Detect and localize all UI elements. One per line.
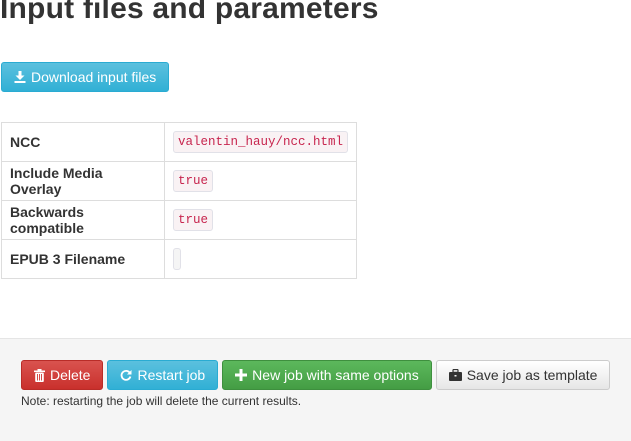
parameter-value-include-media-overlay: true	[172, 170, 213, 192]
table-row: Include Media Overlay true	[1, 161, 358, 201]
job-actions: Delete Restart job New job with same opt…	[21, 360, 611, 390]
parameter-key-backwards-compatible: Backwards compatible	[1, 200, 165, 240]
parameters-table: NCC valentin_hauy/ncc.html Include Media…	[1, 122, 358, 279]
restart-job-label: Restart job	[137, 367, 206, 383]
download-icon	[14, 71, 26, 83]
page-title: Input files and parameters	[0, 0, 379, 25]
parameter-value-cell	[163, 239, 358, 279]
trash-icon	[34, 368, 45, 382]
parameter-key-ncc: NCC	[1, 122, 165, 162]
parameter-value-cell: true	[163, 161, 358, 201]
new-job-same-options-button[interactable]: New job with same options	[222, 360, 432, 390]
briefcase-icon	[448, 369, 462, 381]
delete-button[interactable]: Delete	[21, 360, 104, 390]
parameter-key-epub3-filename: EPUB 3 Filename	[1, 239, 165, 279]
delete-label: Delete	[50, 367, 91, 383]
plus-icon	[235, 369, 248, 381]
download-input-files-label: Download input files	[31, 69, 157, 85]
parameter-value-backwards-compatible: true	[172, 209, 213, 231]
download-input-files-button[interactable]: Download input files	[1, 62, 170, 92]
save-job-as-template-button[interactable]: Save job as template	[435, 360, 611, 390]
save-job-as-template-label: Save job as template	[466, 367, 598, 383]
table-row: Backwards compatible true	[1, 200, 358, 240]
parameter-value-cell: true	[163, 200, 358, 240]
refresh-icon	[120, 369, 132, 381]
job-actions-footer: Delete Restart job New job with same opt…	[0, 338, 631, 441]
parameter-value-ncc: valentin_hauy/ncc.html	[172, 131, 348, 153]
new-job-same-options-label: New job with same options	[252, 367, 419, 383]
parameter-value-cell: valentin_hauy/ncc.html	[163, 122, 358, 162]
restart-note: Note: restarting the job will delete the…	[21, 394, 302, 408]
restart-job-button[interactable]: Restart job	[107, 360, 219, 390]
table-row: NCC valentin_hauy/ncc.html	[1, 122, 358, 162]
table-row: EPUB 3 Filename	[1, 239, 358, 279]
parameter-key-include-media-overlay: Include Media Overlay	[1, 161, 165, 201]
parameter-value-epub3-filename	[172, 248, 181, 270]
